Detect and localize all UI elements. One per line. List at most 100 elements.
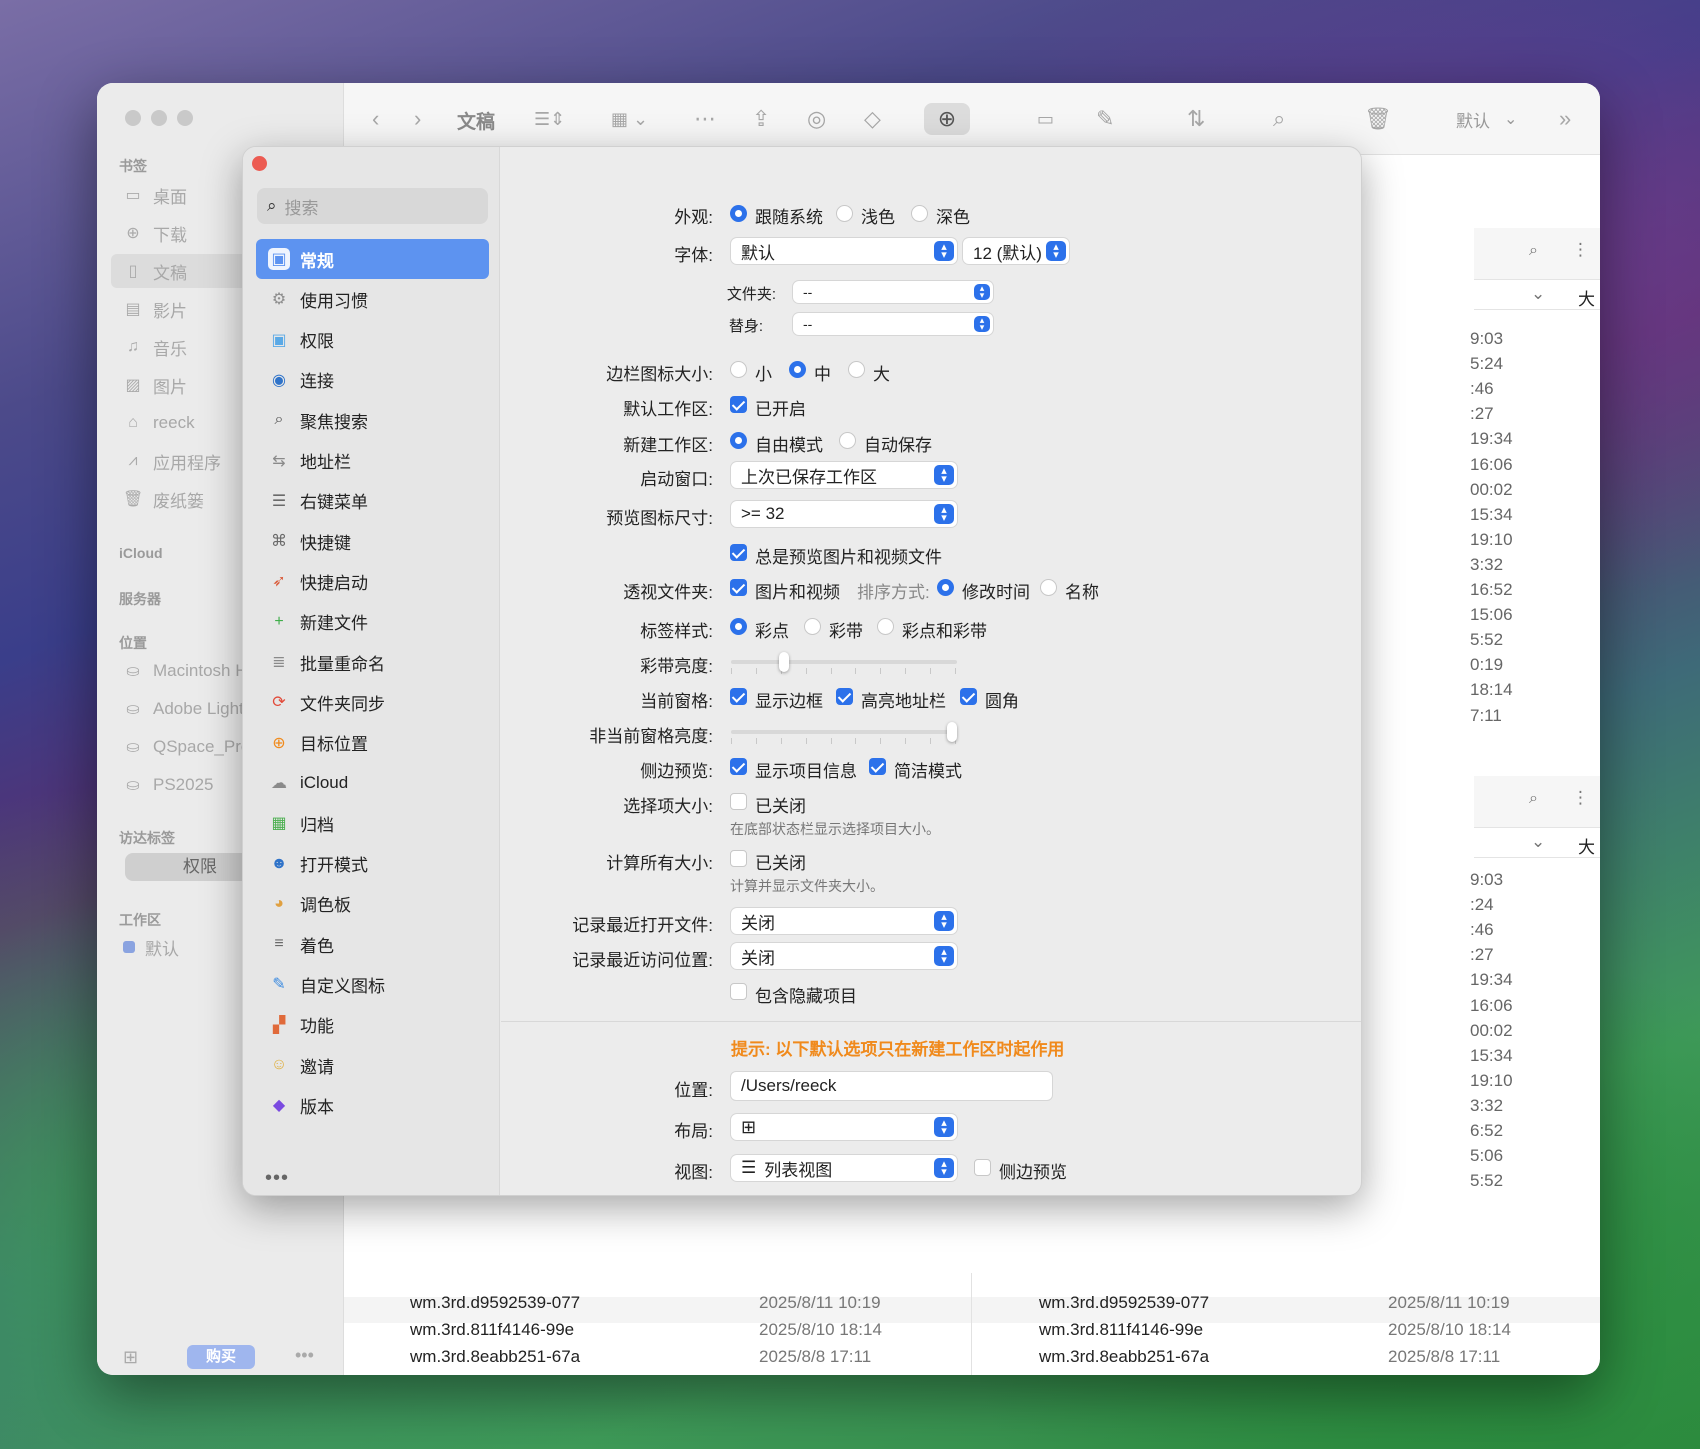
search-icon[interactable]: ⌕ [1529, 242, 1538, 260]
tag-style-dot-radio[interactable] [730, 618, 747, 635]
nav-item[interactable]: ◉ 连接 [256, 360, 489, 400]
tag-style-ribbon-radio[interactable] [804, 618, 821, 635]
action-menu-icon[interactable]: ⋯ [694, 103, 716, 135]
perspective-checkbox[interactable] [730, 579, 747, 596]
more-vertical-icon[interactable]: ⋮ [1572, 240, 1589, 260]
show-item-info-checkbox[interactable] [730, 758, 747, 775]
chevron-down-icon[interactable]: ⌄ [1531, 284, 1545, 304]
alias-font-select[interactable]: -- ▴ ▾ [793, 313, 993, 335]
sort-icon[interactable]: ⇅ [1187, 103, 1205, 135]
nav-item[interactable]: ✎ 自定义图标 [256, 964, 489, 1004]
buy-button[interactable]: 购买 [187, 1345, 255, 1369]
nav-item[interactable]: ▞ 功能 [256, 1005, 489, 1045]
minimize-window-button[interactable] [151, 110, 167, 126]
slider-knob[interactable] [947, 722, 957, 742]
nav-item[interactable]: ☁ iCloud [256, 763, 489, 803]
nav-item[interactable]: ▣ 常规 [256, 239, 489, 279]
selection-size-checkbox[interactable] [730, 793, 747, 810]
nav-item[interactable]: ⚙ 使用习惯 [256, 279, 489, 319]
default-workspace-menu[interactable]: 默认 [1456, 107, 1490, 132]
show-border-checkbox[interactable] [730, 688, 747, 705]
globe-icon[interactable]: ⊕ [924, 103, 970, 135]
nav-item[interactable]: + 新建文件 [256, 602, 489, 642]
file-name[interactable]: wm.3rd.811f4146-99e [1039, 1320, 1203, 1340]
recent-files-select[interactable]: 关闭 ▴ ▾ [731, 908, 957, 934]
preferences-search-field[interactable]: ⌕ 搜索 [257, 188, 488, 224]
more-vertical-icon[interactable]: ⋮ [1572, 788, 1589, 808]
share-icon[interactable]: ⇪ [752, 103, 770, 135]
sort-modified-radio[interactable] [937, 579, 954, 596]
list-view-icon[interactable]: ☰⇕ [534, 103, 565, 135]
nav-item[interactable]: ☺ 邀请 [256, 1045, 489, 1085]
close-window-button[interactable] [125, 110, 141, 126]
nav-item[interactable]: ➶ 快捷启动 [256, 561, 489, 601]
zoom-window-button[interactable] [177, 110, 193, 126]
new-workspace-autosave-radio[interactable] [839, 432, 856, 449]
inactive-brightness-slider[interactable] [731, 722, 957, 744]
appearance-light-radio[interactable] [836, 205, 853, 222]
nav-item[interactable]: ◕ 调色板 [256, 884, 489, 924]
sort-name-radio[interactable] [1040, 579, 1057, 596]
file-name[interactable]: wm.3rd.811f4146-99e [410, 1320, 574, 1340]
appearance-system-radio[interactable] [730, 205, 747, 222]
nav-item[interactable]: ◆ 版本 [256, 1085, 489, 1125]
nav-item[interactable]: ⌘ 快捷键 [256, 521, 489, 561]
size-column-header[interactable]: 大 [1578, 285, 1595, 310]
file-name[interactable]: wm.3rd.8eabb251-67a [410, 1347, 580, 1367]
icon-size-small-radio[interactable] [730, 361, 747, 378]
layout-select[interactable]: ⊞ ▴ ▾ [731, 1114, 957, 1140]
slider-knob[interactable] [779, 652, 789, 672]
nav-item[interactable]: ▣ 权限 [256, 320, 489, 360]
nav-item[interactable]: ≡ 着色 [256, 924, 489, 964]
terminal-icon[interactable]: ▭ [1037, 103, 1054, 135]
startup-window-select[interactable]: 上次已保存工作区 ▴ ▾ [731, 462, 957, 488]
font-select[interactable]: 默认 ▴ ▾ [731, 238, 957, 264]
file-name[interactable]: wm.3rd.d9592539-077 [410, 1293, 580, 1313]
nav-item[interactable]: ☻ 打开模式 [256, 844, 489, 884]
grid-group-icon[interactable]: ▦ ⌄ [611, 103, 648, 135]
nav-item[interactable]: ≣ 批量重命名 [256, 642, 489, 682]
always-preview-checkbox[interactable] [730, 544, 747, 561]
location-input[interactable]: /Users/reeck [731, 1072, 1052, 1100]
tag-icon[interactable]: ◇ [864, 103, 881, 135]
back-icon[interactable]: ‹ [372, 103, 379, 135]
edit-icon[interactable]: ✎ [1096, 103, 1114, 135]
nav-item[interactable]: ☰ 右键菜单 [256, 481, 489, 521]
nav-item[interactable]: ⌕ 聚焦搜索 [256, 400, 489, 440]
nav-item[interactable]: ⊕ 目标位置 [256, 723, 489, 763]
chevron-down-icon[interactable]: ⌄ [1531, 832, 1545, 852]
more-icon[interactable]: ••• [265, 1167, 289, 1190]
overflow-icon[interactable]: » [1559, 103, 1571, 135]
file-name[interactable]: wm.3rd.8eabb251-67a [1039, 1347, 1209, 1367]
folder-font-select[interactable]: -- ▴ ▾ [793, 281, 993, 303]
file-name[interactable]: wm.3rd.d9592539-077 [1039, 1293, 1209, 1313]
size-column-header[interactable]: 大 [1578, 833, 1595, 858]
forward-icon[interactable]: › [414, 103, 421, 135]
default-workspace-checkbox[interactable] [730, 396, 747, 413]
appearance-dark-radio[interactable] [911, 205, 928, 222]
close-preferences-button[interactable] [252, 156, 267, 171]
view-select[interactable]: ☰ 列表视图 ▴ ▾ [731, 1155, 957, 1181]
grid-apps-icon[interactable]: ⊞ [123, 1347, 138, 1368]
rounded-corner-checkbox[interactable] [960, 688, 977, 705]
chevron-down-icon[interactable]: ⌄ [1504, 103, 1517, 135]
ribbon-brightness-slider[interactable] [731, 652, 957, 674]
search-icon[interactable]: ⌕ [1273, 103, 1285, 135]
include-hidden-checkbox[interactable] [730, 983, 747, 1000]
preview-icon-size-select[interactable]: >= 32 ▴ ▾ [731, 501, 957, 527]
nav-item[interactable]: ▦ 归档 [256, 803, 489, 843]
font-size-select[interactable]: 12 (默认) ▴ ▾ [963, 238, 1069, 264]
more-icon[interactable]: ••• [295, 1345, 314, 1366]
compact-mode-checkbox[interactable] [869, 758, 886, 775]
search-icon[interactable]: ⌕ [1529, 790, 1538, 808]
trash-icon[interactable]: 🗑 [1364, 103, 1392, 135]
tag-style-both-radio[interactable] [877, 618, 894, 635]
nav-item[interactable]: ⟳ 文件夹同步 [256, 682, 489, 722]
nav-item[interactable]: ⇆ 地址栏 [256, 441, 489, 481]
default-side-preview-checkbox[interactable] [974, 1159, 991, 1176]
recent-locations-select[interactable]: 关闭 ▴ ▾ [731, 943, 957, 969]
calc-sizes-checkbox[interactable] [730, 850, 747, 867]
new-workspace-free-radio[interactable] [730, 432, 747, 449]
highlight-address-checkbox[interactable] [836, 688, 853, 705]
icon-size-medium-radio[interactable] [789, 361, 806, 378]
